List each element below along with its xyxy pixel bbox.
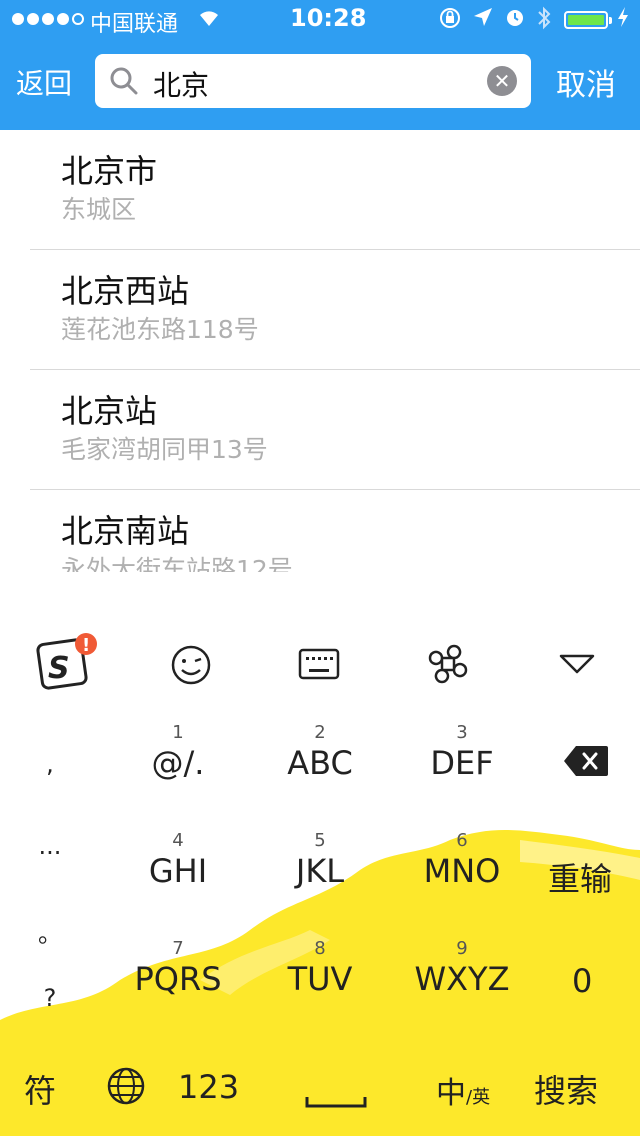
punct-comma-key[interactable]: , — [30, 750, 70, 778]
key-8[interactable]: 8 TUV — [260, 938, 380, 999]
language-switch-key[interactable]: 中/英 — [436, 1068, 490, 1112]
result-item[interactable]: 北京南站 永外大街车站路12号 — [30, 490, 640, 572]
result-address: 东城区 — [61, 195, 137, 224]
result-title: 北京南站 — [61, 512, 190, 550]
key-4[interactable]: 4 GHI — [118, 830, 238, 891]
globe-icon[interactable] — [106, 1066, 146, 1110]
search-icon — [110, 67, 138, 95]
alarm-icon — [504, 6, 526, 33]
keyboard-switch-icon[interactable] — [298, 648, 340, 684]
clock: 10:28 — [290, 4, 367, 32]
result-title: 北京站 — [61, 392, 158, 430]
location-arrow-icon — [472, 6, 494, 33]
result-item[interactable]: 北京西站 莲花池东路118号 — [30, 250, 640, 370]
key-3[interactable]: 3 DEF — [402, 722, 522, 783]
cancel-button[interactable]: 取消 — [556, 60, 616, 104]
number-key[interactable]: 123 — [178, 1068, 239, 1106]
bluetooth-icon — [536, 6, 552, 35]
key-9[interactable]: 9 WXYZ — [402, 938, 522, 999]
clear-search-icon[interactable]: ✕ — [487, 66, 517, 96]
result-address: 毛家湾胡同甲13号 — [61, 435, 268, 464]
notification-badge: ! — [82, 635, 90, 656]
search-key[interactable]: 搜索 — [534, 1066, 598, 1112]
symbol-key[interactable]: 符 — [24, 1066, 56, 1112]
key-2[interactable]: 2 ABC — [260, 722, 380, 783]
emoji-icon[interactable] — [170, 644, 212, 690]
punct-question-key[interactable]: ? — [30, 984, 70, 1012]
result-item[interactable]: 北京站 毛家湾胡同甲13号 — [30, 370, 640, 490]
key-5[interactable]: 5 JKL — [260, 830, 380, 891]
sogou-keyboard: S ! , ... 。 ? 1 @/. 2 ABC 3 DEF 4 GHI 5 JKL 6… — [0, 600, 640, 1136]
result-item[interactable]: 北京市 东城区 — [30, 130, 640, 250]
key-0[interactable]: 0 — [572, 962, 592, 1000]
search-field[interactable]: 北京 ✕ — [95, 54, 531, 108]
space-key[interactable] — [305, 1094, 367, 1113]
sogou-logo-letter: S — [48, 651, 70, 686]
status-bar: 中国联通 10:28 — [0, 0, 640, 40]
command-menu-icon[interactable] — [428, 644, 468, 688]
key-7[interactable]: 7 PQRS — [118, 938, 238, 999]
top-bar: 中国联通 10:28 返回 北京 ✕ 取消 — [0, 0, 640, 130]
punct-ellipsis-key[interactable]: ... — [30, 832, 70, 860]
result-address: 莲花池东路118号 — [61, 315, 259, 344]
sogou-logo-icon[interactable]: S ! — [36, 632, 100, 696]
signal-strength-icon — [12, 13, 84, 25]
search-results-list: 北京市 东城区 北京西站 莲花池东路118号 北京站 毛家湾胡同甲13号 北京南… — [0, 130, 640, 572]
key-6[interactable]: 6 MNO — [402, 830, 522, 891]
backspace-icon[interactable] — [562, 744, 610, 782]
result-title: 北京市 — [61, 152, 158, 190]
collapse-keyboard-icon[interactable] — [558, 652, 596, 680]
punct-period-key[interactable]: 。 — [30, 914, 70, 949]
battery-icon — [564, 11, 612, 29]
carrier-label: 中国联通 — [90, 12, 179, 37]
result-title: 北京西站 — [61, 272, 190, 310]
search-input-value[interactable]: 北京 — [153, 64, 209, 104]
wifi-icon — [196, 6, 222, 34]
back-button[interactable]: 返回 — [16, 62, 72, 102]
result-address: 永外大街车站路12号 — [61, 555, 293, 572]
charging-icon — [616, 6, 630, 33]
reinput-key[interactable]: 重输 — [548, 854, 612, 900]
rotation-lock-icon — [438, 6, 462, 35]
key-1[interactable]: 1 @/. — [118, 722, 238, 783]
